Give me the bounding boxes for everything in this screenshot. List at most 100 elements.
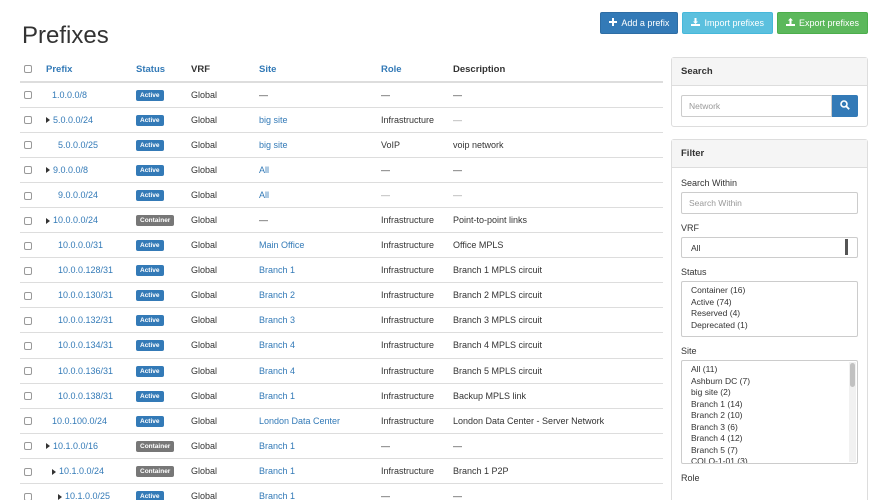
prefixes-table: Prefix Status VRF Site Role Description … (20, 57, 663, 500)
status-option[interactable]: Container (16) (691, 285, 848, 297)
row-select-cell (20, 457, 42, 484)
expand-caret-icon[interactable] (58, 493, 62, 500)
prefix-link[interactable]: 5.0.0.0/24 (53, 115, 93, 125)
prefix-cell: 10.0.0.130/31 (42, 282, 132, 308)
site-option[interactable]: Ashburn DC (7) (691, 376, 848, 388)
site-link[interactable]: All (259, 190, 269, 200)
row-checkbox[interactable] (24, 116, 32, 125)
row-checkbox[interactable] (24, 392, 32, 401)
prefix-link[interactable]: 10.1.0.0/24 (59, 466, 104, 476)
prefix-link[interactable]: 10.1.0.0/16 (53, 441, 98, 451)
site-list-scrollbar[interactable] (849, 362, 856, 462)
vrf-select[interactable]: All (681, 237, 858, 258)
select-all-header (20, 57, 42, 83)
site-link[interactable]: Branch 1 (259, 491, 295, 500)
search-button[interactable] (832, 95, 858, 117)
role-cell: — (377, 432, 449, 459)
site-multiselect[interactable]: All (11) Ashburn DC (7) big site (2) Branch… (681, 360, 858, 464)
select-all-checkbox[interactable] (24, 64, 32, 73)
site-link[interactable]: Branch 1 (259, 441, 295, 451)
site-cell: Branch 1 (255, 482, 377, 500)
row-checkbox[interactable] (24, 191, 32, 200)
role-cell: — (377, 482, 449, 500)
column-header-prefix[interactable]: Prefix (42, 57, 132, 83)
row-checkbox[interactable] (24, 442, 32, 451)
vrf-cell: Global (187, 232, 255, 258)
site-link[interactable]: big site (259, 140, 288, 150)
site-link[interactable]: Branch 3 (259, 315, 295, 325)
site-link[interactable]: Branch 1 (259, 391, 295, 401)
prefix-link[interactable]: 10.0.0.0/24 (53, 215, 98, 225)
site-link[interactable]: Branch 4 (259, 340, 295, 350)
site-link[interactable]: Branch 1 (259, 265, 295, 275)
expand-caret-icon[interactable] (52, 468, 56, 475)
column-header-role[interactable]: Role (377, 57, 449, 83)
prefix-link[interactable]: 10.1.0.0/25 (65, 491, 110, 500)
prefix-link[interactable]: 10.0.100.0/24 (52, 416, 107, 426)
row-checkbox[interactable] (24, 467, 32, 476)
row-checkbox[interactable] (24, 291, 32, 300)
row-checkbox[interactable] (24, 266, 32, 275)
prefix-link[interactable]: 10.0.0.128/31 (58, 265, 113, 275)
row-checkbox[interactable] (24, 342, 32, 351)
expand-caret-icon[interactable] (46, 443, 50, 450)
row-checkbox[interactable] (24, 216, 32, 225)
expand-caret-icon[interactable] (46, 117, 50, 124)
status-option[interactable]: Deprecated (1) (691, 320, 848, 332)
column-header-site[interactable]: Site (255, 57, 377, 83)
row-select-cell (20, 307, 42, 333)
site-option[interactable]: COLO-1-01 (3) (691, 456, 848, 463)
row-checkbox[interactable] (24, 417, 32, 426)
status-option[interactable]: Active (74) (691, 297, 848, 309)
expand-caret-icon[interactable] (46, 167, 50, 174)
status-multiselect[interactable]: Container (16) Active (74) Reserved (4) Dep… (681, 281, 858, 337)
row-checkbox[interactable] (24, 492, 32, 500)
prefix-link[interactable]: 9.0.0.0/8 (53, 165, 88, 175)
expand-caret-icon[interactable] (46, 217, 50, 224)
prefix-link[interactable]: 10.0.0.0/31 (58, 240, 103, 250)
site-option[interactable]: Branch 1 (14) (691, 399, 848, 411)
status-cell: Container (132, 206, 187, 233)
prefix-link[interactable]: 10.0.0.134/31 (58, 340, 113, 350)
site-option[interactable]: All (11) (691, 364, 848, 376)
row-checkbox[interactable] (24, 91, 32, 100)
site-label: Site (681, 346, 697, 356)
export-prefixes-button[interactable]: Export prefixes (776, 12, 868, 34)
row-checkbox[interactable] (24, 241, 32, 250)
site-link[interactable]: London Data Center (259, 416, 340, 426)
site-option[interactable]: Branch 5 (7) (691, 445, 848, 457)
prefix-link[interactable]: 1.0.0.0/8 (52, 90, 87, 100)
prefix-link[interactable]: 9.0.0.0/24 (58, 190, 98, 200)
row-select-cell (20, 131, 42, 158)
prefix-link[interactable]: 10.0.0.138/31 (58, 391, 113, 401)
site-link[interactable]: Branch 1 (259, 466, 295, 476)
site-link[interactable]: Branch 4 (259, 366, 295, 376)
status-option[interactable]: Reserved (4) (691, 308, 848, 320)
row-checkbox[interactable] (24, 317, 32, 326)
site-option[interactable]: Branch 2 (10) (691, 410, 848, 422)
add-prefix-button[interactable]: Add a prefix (600, 12, 679, 34)
prefix-link[interactable]: 5.0.0.0/25 (58, 140, 98, 150)
role-cell: — (377, 156, 449, 183)
row-checkbox[interactable] (24, 367, 32, 376)
site-option[interactable]: big site (2) (691, 387, 848, 399)
site-link[interactable]: Branch 2 (259, 290, 295, 300)
row-checkbox[interactable] (24, 141, 32, 150)
site-option[interactable]: Branch 4 (12) (691, 433, 848, 445)
prefix-link[interactable]: 10.0.0.136/31 (58, 366, 113, 376)
search-within-input[interactable]: Search Within (681, 192, 858, 214)
row-checkbox[interactable] (24, 166, 32, 175)
prefix-link[interactable]: 10.0.0.132/31 (58, 315, 113, 325)
site-link[interactable]: Main Office (259, 240, 304, 250)
site-link[interactable]: All (259, 165, 269, 175)
role-cell: Infrastructure (377, 382, 449, 409)
action-buttons: Add a prefix Import prefixes Export pref… (600, 12, 868, 34)
table-row: 10.1.0.0/16 Container Global Branch 1 — — (20, 432, 663, 459)
prefix-link[interactable]: 10.0.0.130/31 (58, 290, 113, 300)
import-prefixes-button[interactable]: Import prefixes (682, 12, 773, 34)
column-header-status[interactable]: Status (132, 57, 187, 83)
network-search-input[interactable]: Network (681, 95, 832, 117)
site-link[interactable]: big site (259, 115, 288, 125)
site-option[interactable]: Branch 3 (6) (691, 422, 848, 434)
description-cell: — (449, 482, 663, 500)
